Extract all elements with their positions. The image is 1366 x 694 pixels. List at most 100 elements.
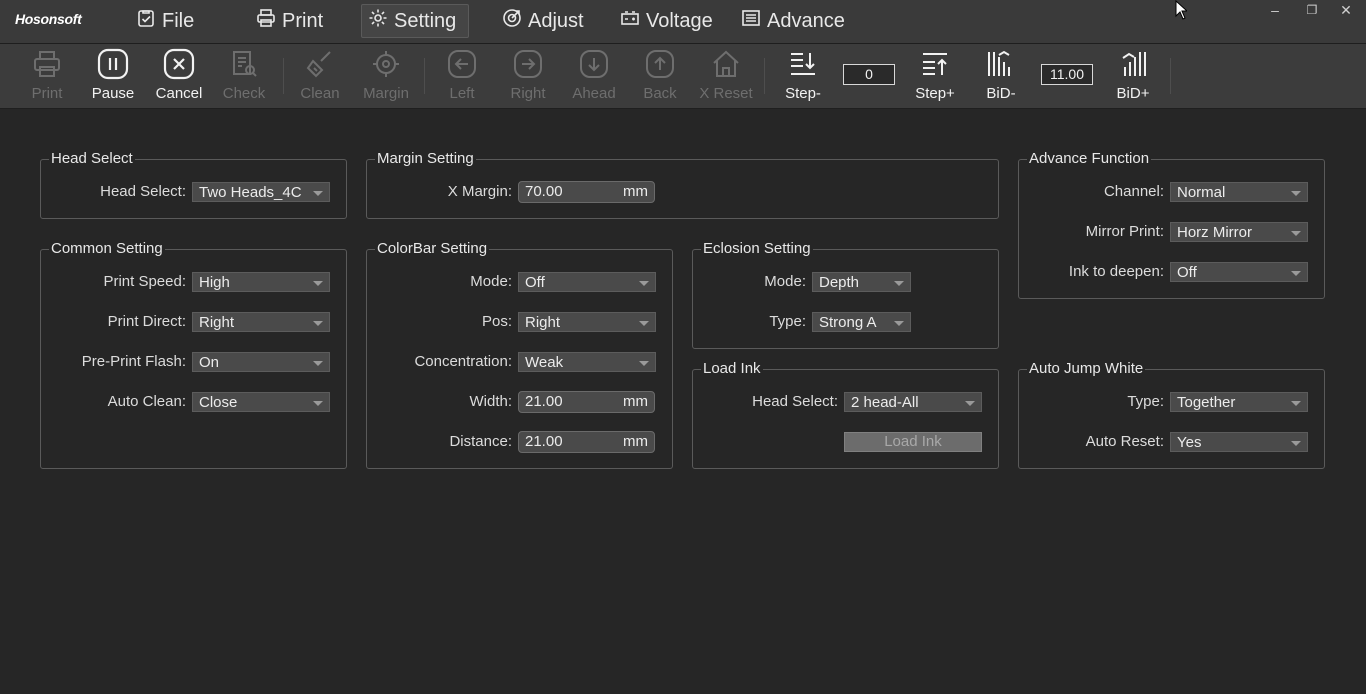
menu-adjust-label: Adjust [528,9,584,32]
pause-label: Pause [91,85,135,102]
head-select-dropdown[interactable]: Two Heads_4C [192,182,330,202]
cancel-button[interactable]: Cancel [146,48,212,106]
x-reset-label: X Reset [699,85,753,102]
pre-print-flash-dropdown[interactable]: On [192,352,330,372]
mirror-print-dropdown[interactable]: Horz Mirror [1170,222,1308,242]
clipboard-check-icon [136,8,156,34]
clean-button[interactable]: Clean [287,48,353,106]
ahead-button[interactable]: Ahead [561,48,627,106]
bid-minus-button[interactable]: BiD- [968,48,1034,106]
print-direct-label: Print Direct: [107,313,186,330]
concentration-dropdown[interactable]: Weak [518,352,656,372]
bid-plus-button[interactable]: BiD+ [1100,48,1166,106]
printer-icon [256,8,276,34]
load-ink-head-dropdown[interactable]: 2 head-All [844,392,982,412]
jump-type-dropdown[interactable]: Together [1170,392,1308,412]
x-reset-button[interactable]: X Reset [693,48,759,106]
toolbar-separator [1170,58,1171,94]
chevron-down-icon [639,321,649,326]
app-logo: Hosonsoft [15,11,82,27]
arrow-up-icon [645,48,675,80]
menu-voltage-label: Voltage [646,9,713,32]
auto-clean-dropdown[interactable]: Close [192,392,330,412]
colorbar-width-input[interactable]: 21.00 mm [518,391,655,413]
x-margin-value: 70.00 [525,183,563,200]
menu-advance[interactable]: Advance [735,4,851,38]
left-button[interactable]: Left [429,48,495,106]
step-minus-label: Step- [785,85,821,102]
close-icon[interactable]: ✕ [1336,2,1356,19]
colorbar-width-label: Width: [469,393,512,410]
back-button[interactable]: Back [627,48,693,106]
jump-type-label: Type: [1127,393,1164,410]
chevron-down-icon [313,191,323,196]
crosshair-icon [371,48,401,80]
print-speed-dropdown[interactable]: High [192,272,330,292]
broom-icon [305,48,335,80]
concentration-value: Weak [525,354,564,371]
right-button[interactable]: Right [495,48,561,106]
colorbar-setting-group: ColorBar Setting Mode: Off Pos: Right Co… [366,240,673,469]
head-select-value: Two Heads_4C [199,184,302,201]
colorbar-pos-label: Pos: [481,313,512,330]
menu-voltage[interactable]: Voltage [614,4,719,38]
head-select-title: Head Select [49,150,135,168]
bid-value-input[interactable]: 11.00 [1041,64,1093,85]
step-plus-label: Step+ [915,85,955,102]
common-setting-group: Common Setting Print Speed: High Print D… [40,240,347,469]
bid-plus-icon [1118,48,1148,80]
home-icon [711,48,741,80]
chevron-down-icon [1291,231,1301,236]
x-margin-input[interactable]: 70.00 mm [518,181,655,203]
minimize-icon[interactable]: – [1265,2,1285,18]
ink-deepen-dropdown[interactable]: Off [1170,262,1308,282]
auto-reset-dropdown[interactable]: Yes [1170,432,1308,452]
auto-reset-value: Yes [1177,434,1202,451]
mirror-print-label: Mirror Print: [1085,223,1164,240]
unit-label: mm [623,433,648,450]
x-margin-label: X Margin: [447,183,512,200]
check-button[interactable]: Check [211,48,277,106]
margin-button[interactable]: Margin [353,48,419,106]
menu-adjust[interactable]: Adjust [496,4,590,38]
menu-setting[interactable]: Setting [361,4,469,38]
target-icon [502,8,522,34]
ahead-label: Ahead [572,85,616,102]
head-select-label: Head Select: [100,183,186,200]
clean-label: Clean [300,85,340,102]
pause-button[interactable]: Pause [80,48,146,106]
step-value-input[interactable]: 0 [843,64,895,85]
colorbar-pos-value: Right [525,314,561,331]
load-ink-head-value: 2 head-All [851,394,919,411]
print-button[interactable]: Print [14,48,80,106]
chevron-down-icon [313,281,323,286]
load-ink-group: Load Ink Head Select: 2 head-All Load In… [692,360,999,469]
load-ink-button[interactable]: Load Ink [844,432,982,452]
step-minus-button[interactable]: Step- [770,48,836,106]
menu-setting-label: Setting [394,9,457,32]
colorbar-mode-dropdown[interactable]: Off [518,272,656,292]
toolbar-separator [283,58,284,94]
restore-icon[interactable]: ❐ [1302,3,1322,17]
print-direct-dropdown[interactable]: Right [192,312,330,332]
chevron-down-icon [313,321,323,326]
colorbar-pos-dropdown[interactable]: Right [518,312,656,332]
menu-file[interactable]: File [130,4,200,38]
step-plus-button[interactable]: Step+ [902,48,968,106]
title-bar: Hosonsoft File Print Setting Adjust Volt… [0,0,1366,44]
menu-advance-label: Advance [767,9,845,32]
arrow-left-icon [447,48,477,80]
eclosion-mode-dropdown[interactable]: Depth [812,272,911,292]
channel-dropdown[interactable]: Normal [1170,182,1308,202]
colorbar-distance-value: 21.00 [525,433,563,450]
eclosion-type-label: Type: [769,313,806,330]
colorbar-distance-input[interactable]: 21.00 mm [518,431,655,453]
cancel-icon [163,48,195,80]
pre-print-flash-label: Pre-Print Flash: [81,353,186,370]
eclosion-type-dropdown[interactable]: Strong A [812,312,911,332]
print-label: Print [31,85,63,102]
unit-label: mm [623,393,648,410]
print-speed-value: High [199,274,230,291]
left-label: Left [449,85,475,102]
menu-print[interactable]: Print [250,4,329,38]
